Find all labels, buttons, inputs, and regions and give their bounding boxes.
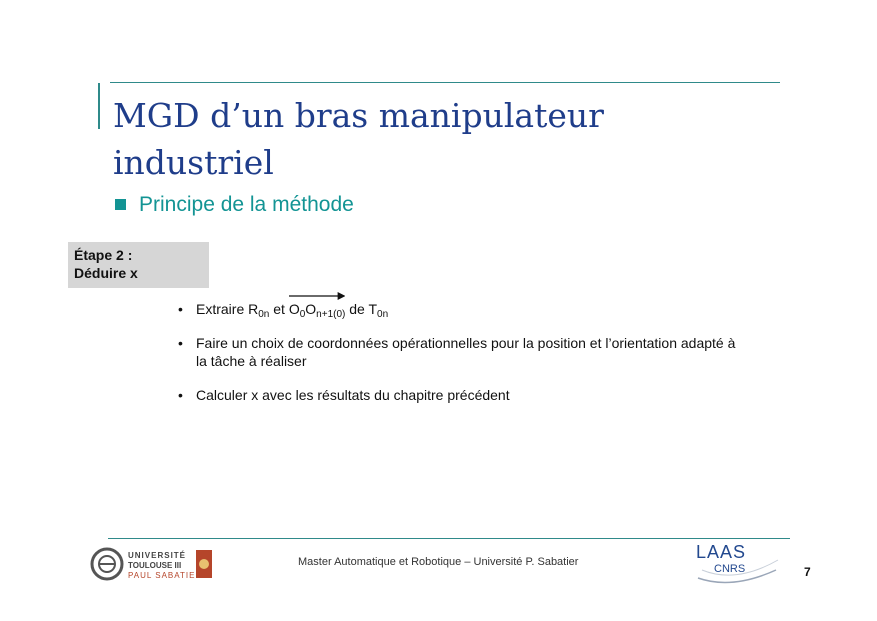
vector-end-letter: O (305, 301, 317, 317)
item2-text: Faire un choix de coordonnées opérationn… (196, 335, 736, 369)
vector-end-sub: n+1(0) (316, 309, 346, 320)
slide-title: MGD d’un bras manipulateur industriel (113, 96, 604, 182)
step-label-line1: Étape 2 : (74, 247, 133, 263)
vector-o0-on: O0On+1(0) (288, 292, 346, 320)
laas-cnrs-logo: LAAS CNRS (696, 542, 779, 584)
slide-subtitle: Principe de la méthode (139, 193, 354, 216)
title-top-rule (110, 82, 780, 83)
vector-arrow-icon (289, 292, 346, 300)
universite-toulouse-logo: UNIVERSITÉ TOULOUSE III PAUL SABATIER (90, 547, 212, 581)
bullet-dot: • (178, 301, 183, 317)
laas-logo-line1: LAAS (696, 542, 746, 562)
footer-rule (108, 538, 790, 539)
bullet-dot: • (178, 387, 183, 403)
ut-logo-line2: TOULOUSE III (128, 561, 181, 570)
list-item: • Calculer x avec les résultats du chapi… (178, 386, 738, 404)
item1-sub-c: 0n (377, 309, 389, 320)
step-label-box: Étape 2 : Déduire x (68, 242, 209, 288)
item1-text-a: Extraire R (196, 301, 259, 317)
bullet-list: • Extraire R0n et O0On+1(0) de T0n • Fai… (178, 292, 738, 420)
bullet-dot: • (178, 335, 183, 351)
vector-start-letter: O (288, 301, 300, 317)
laas-logo-line2: CNRS (714, 563, 745, 575)
list-item: • Extraire R0n et O0On+1(0) de T0n (178, 292, 738, 320)
item1-sub-a: 0n (258, 309, 270, 320)
item3-text: Calculer x avec les résultats du chapitr… (196, 387, 510, 403)
list-item: • Faire un choix de coordonnées opératio… (178, 334, 738, 370)
item1-text-c: de T (345, 301, 378, 317)
title-accent-bar (98, 83, 100, 129)
ut-logo-line1: UNIVERSITÉ (128, 551, 186, 560)
item1-text-b: et (269, 301, 289, 317)
square-bullet-icon (115, 199, 126, 210)
ut-logo-line3: PAUL SABATIER (128, 571, 202, 580)
page-number: 7 (804, 565, 811, 579)
step-label-line2: Déduire x (74, 265, 138, 281)
footer-text: Master Automatique et Robotique – Univer… (298, 556, 579, 568)
